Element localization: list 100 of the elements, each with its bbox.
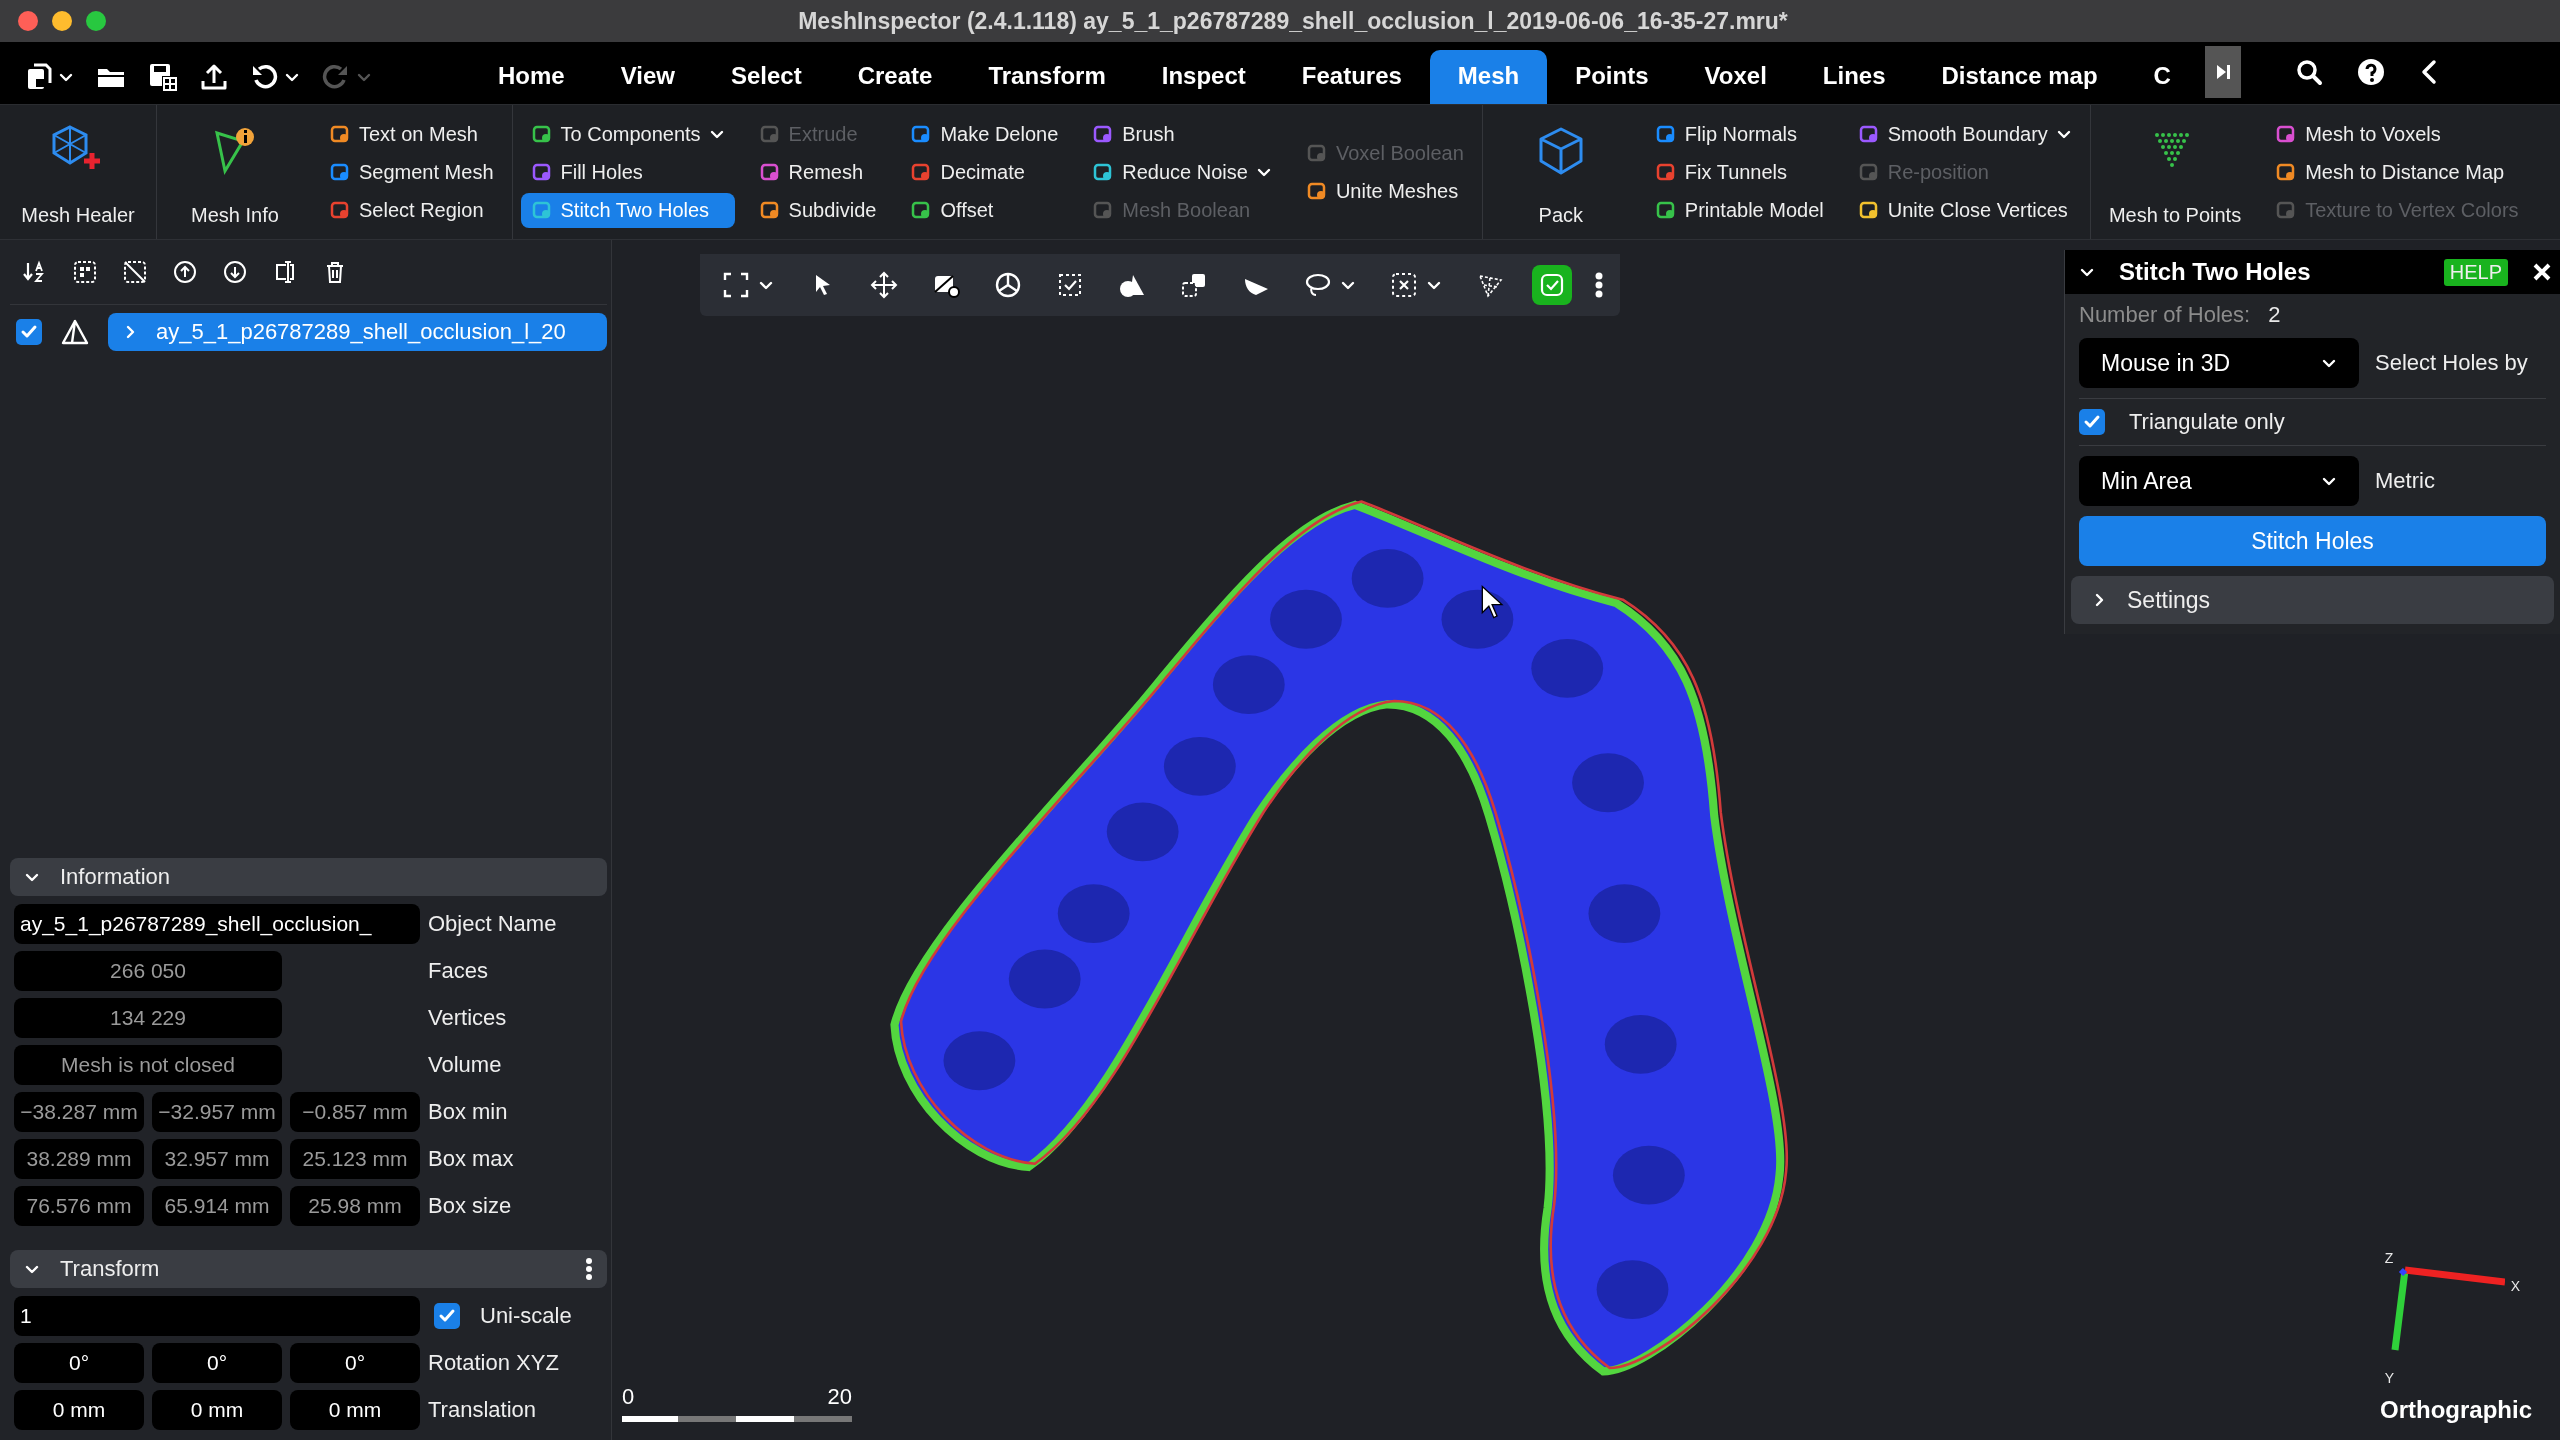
- value-field: Mesh is not closed: [14, 1045, 282, 1085]
- more-options-icon[interactable]: [1594, 271, 1604, 299]
- visibility-checkbox[interactable]: [16, 319, 42, 345]
- ribbon-button[interactable]: Text on Mesh: [319, 116, 504, 152]
- text-field[interactable]: ay_5_1_p26787289_shell_occlusion_: [14, 904, 420, 944]
- checkbox-label: Uni-scale: [480, 1303, 572, 1329]
- ribbon-button[interactable]: Mesh to Voxels: [2265, 116, 2529, 152]
- value-field: 32.957 mm: [152, 1139, 282, 1179]
- ribbon-button[interactable]: Mesh Healer: [8, 105, 148, 239]
- menu-tab[interactable]: Transform: [960, 50, 1134, 104]
- value-field: 266 050: [14, 951, 282, 991]
- scene-object-item[interactable]: ay_5_1_p26787289_shell_occlusion_l_20: [108, 313, 607, 351]
- checkbox[interactable]: [434, 1303, 460, 1329]
- ribbon-button[interactable]: Brush: [1082, 116, 1282, 152]
- checkbox-label: Triangulate only: [2129, 409, 2285, 435]
- menu-tab[interactable]: Inspect: [1133, 50, 1274, 104]
- export-icon[interactable]: [200, 63, 228, 91]
- field-label: Box max: [428, 1146, 515, 1172]
- redo-icon[interactable]: [322, 63, 350, 91]
- ribbon-button[interactable]: Remesh: [748, 154, 887, 190]
- ribbon-button[interactable]: Select Region: [319, 192, 504, 228]
- scale-field[interactable]: 1: [14, 1296, 420, 1336]
- tool-icon: [1305, 180, 1328, 202]
- number-field[interactable]: 0°: [152, 1343, 282, 1383]
- settings-section-header[interactable]: Settings: [2071, 576, 2554, 624]
- ribbon-button[interactable]: Mesh Info: [165, 105, 305, 239]
- ribbon-button[interactable]: Stitch Two Holes: [520, 192, 735, 228]
- ribbon-button[interactable]: Pack: [1490, 105, 1631, 239]
- ribbon-button[interactable]: Segment Mesh: [319, 154, 504, 190]
- mesh-triangle-icon: [60, 318, 90, 346]
- tool-icon: [530, 161, 553, 183]
- tool-icon: [1654, 199, 1677, 221]
- number-field[interactable]: 0 mm: [290, 1390, 420, 1430]
- stitch-holes-button[interactable]: Stitch Holes: [2079, 516, 2546, 566]
- field-label: Select Holes by: [2375, 350, 2529, 376]
- more-options-icon[interactable]: [585, 1257, 593, 1281]
- ribbon-button[interactable]: Make Delone: [900, 116, 1069, 152]
- toolbar-button[interactable]: [1532, 265, 1572, 305]
- ribbon-button[interactable]: Fix Tunnels: [1644, 154, 1834, 190]
- menu-tab[interactable]: Home: [470, 50, 593, 104]
- ribbon-button[interactable]: Mesh to Distance Map: [2265, 154, 2529, 190]
- section-header[interactable]: Transform: [10, 1250, 607, 1288]
- ribbon-button[interactable]: Fill Holes: [520, 154, 735, 190]
- ribbon-button[interactable]: To Components: [520, 116, 735, 152]
- circle-segments-icon: [994, 271, 1022, 299]
- ribbon-button[interactable]: Subdivide: [748, 192, 887, 228]
- projection-label: Orthographic: [2380, 1396, 2532, 1424]
- tool-icon: [758, 199, 781, 221]
- tool-icon: [329, 199, 351, 221]
- menu-tab[interactable]: Select: [702, 50, 830, 104]
- checkbox[interactable]: [2079, 409, 2105, 435]
- tool-icon: [1654, 123, 1677, 145]
- ribbon-button[interactable]: Decimate: [900, 154, 1069, 190]
- move-down-icon[interactable]: [222, 259, 248, 285]
- menu-tab[interactable]: Lines: [1794, 50, 1914, 104]
- ribbon-button[interactable]: Offset: [900, 192, 1069, 228]
- menu-tab[interactable]: Points: [1547, 50, 1677, 104]
- menu-tab[interactable]: Distance map: [1913, 50, 2126, 104]
- menu-tab[interactable]: Mesh: [1429, 50, 1548, 104]
- tool-icon: [1305, 142, 1328, 164]
- scroll-tabs-button[interactable]: [2204, 46, 2241, 98]
- menu-tab[interactable]: C: [2125, 50, 2199, 104]
- deselect-icon[interactable]: [122, 259, 148, 285]
- dropdown[interactable]: Min Area: [2079, 456, 2359, 506]
- menu-tab[interactable]: View: [592, 50, 703, 104]
- scale-label: 20: [827, 1384, 852, 1410]
- close-icon[interactable]: [2532, 262, 2552, 282]
- number-field[interactable]: 0°: [290, 1343, 420, 1383]
- undo-icon[interactable]: [250, 63, 278, 91]
- dropdown[interactable]: Mouse in 3D: [2079, 338, 2359, 388]
- search-icon[interactable]: [2294, 58, 2323, 86]
- menu-tab[interactable]: Features: [1273, 50, 1430, 104]
- field-label: Vertices: [428, 1005, 508, 1031]
- number-field[interactable]: 0 mm: [152, 1390, 282, 1430]
- minimize-window-button[interactable]: [52, 11, 72, 31]
- menu-tab[interactable]: Voxel: [1676, 50, 1795, 104]
- ribbon-button[interactable]: Flip Normals: [1644, 116, 1834, 152]
- axis-label: X: [2510, 1278, 2520, 1294]
- close-window-button[interactable]: [18, 11, 38, 31]
- help-icon[interactable]: [2356, 58, 2385, 86]
- ribbon-button[interactable]: Mesh to Points: [2098, 105, 2252, 239]
- save-icon[interactable]: [148, 62, 178, 92]
- menu-tab[interactable]: Create: [829, 50, 961, 104]
- ribbon-button[interactable]: Unite Meshes: [1295, 173, 1474, 209]
- section-header[interactable]: Information: [10, 858, 607, 896]
- move-up-icon[interactable]: [172, 259, 198, 285]
- documents-icon[interactable]: [26, 63, 52, 91]
- ribbon-button[interactable]: Printable Model: [1644, 192, 1834, 228]
- ribbon-button[interactable]: Smooth Boundary: [1847, 116, 2082, 152]
- number-field[interactable]: 0°: [14, 1343, 144, 1383]
- select-all-icon[interactable]: [72, 259, 98, 285]
- ribbon-button[interactable]: Unite Close Vertices: [1847, 192, 2082, 228]
- field-label: Metric: [2375, 468, 2436, 494]
- dental-mesh-drawing[interactable]: [890, 500, 1789, 1376]
- tool-icon: [530, 123, 553, 145]
- value-field: −0.857 mm: [290, 1092, 420, 1132]
- ribbon-button[interactable]: Reduce Noise: [1082, 154, 1282, 190]
- number-field[interactable]: 0 mm: [14, 1390, 144, 1430]
- maximize-window-button[interactable]: [86, 11, 106, 31]
- field-label: Object Name: [428, 911, 558, 937]
